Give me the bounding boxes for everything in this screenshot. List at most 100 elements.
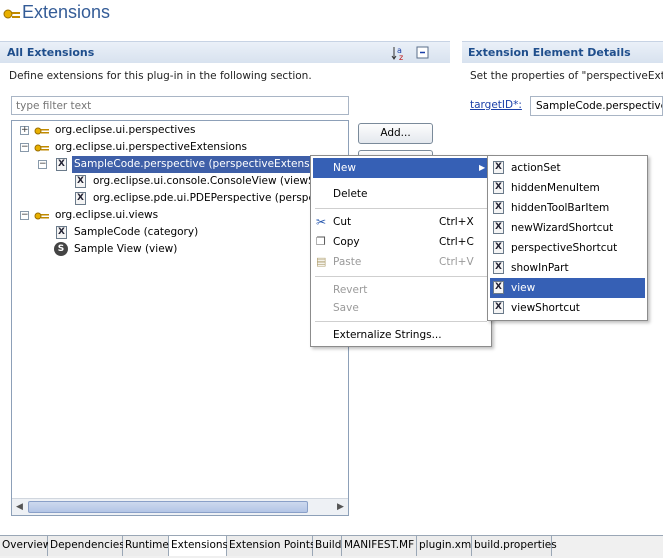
menu-item-label: perspectiveShortcut [511,242,618,254]
section-description: Define extensions for this plug-in in th… [9,70,312,82]
tab-dependencies[interactable]: Dependencies [48,536,125,556]
menu-shortcut: Ctrl+C [439,236,474,248]
tree-item[interactable]: + org.eclipse.ui.perspectives [12,122,348,139]
s-view-icon: S [54,242,68,256]
menu-item-label: New [333,162,356,174]
menu-item-paste[interactable]: ▤ Paste Ctrl+V [313,252,489,272]
tree-item-label: SampleCode (category) [74,226,199,238]
tree-item[interactable]: X org.eclipse.ui.console.ConsoleView (vi… [12,173,348,190]
scrollbar-thumb[interactable] [28,501,308,513]
extensions-icon [3,9,20,19]
section-title: Extension Element Details [468,46,631,59]
details-description: Set the properties of "perspectiveExtens [470,70,663,82]
menu-item-label: Delete [333,188,368,200]
menu-shortcut: Ctrl+X [439,216,474,228]
tab-extension-points[interactable]: Extension Points [227,536,315,556]
editor-header: Extensions [0,0,663,30]
copy-icon: ❐ [316,235,326,248]
menu-separator [315,321,487,322]
new-submenu: XactionSet XhiddenMenuItem XhiddenToolBarI… [487,155,648,321]
expand-toggle[interactable]: + [20,126,29,135]
tree-item-selected[interactable]: − X SampleCode.perspective (perspectiveE… [12,156,348,173]
element-details-section-header: Extension Element Details [462,41,663,63]
menu-item-copy[interactable]: ❐ Copy Ctrl+C [313,232,489,252]
tab-runtime[interactable]: Runtime [123,536,169,556]
submenu-item-actionset[interactable]: XactionSet [490,158,645,178]
tree-item-label: org.eclipse.ui.views [55,209,159,221]
add-button[interactable]: Add... [358,123,433,144]
submenu-item-hiddenmenuitem[interactable]: XhiddenMenuItem [490,178,645,198]
plugin-icon [34,212,49,220]
menu-item-new[interactable]: New ▶ [313,158,489,178]
editor-tabs: Overview Dependencies Runtime Extensions Ext… [0,535,663,558]
target-id-link[interactable]: targetID*: [470,99,522,111]
tree-item[interactable]: − org.eclipse.ui.views [12,207,348,224]
x-element-icon: X [493,241,504,254]
menu-item-label: Externalize Strings... [333,329,442,341]
tab-extensions[interactable]: Extensions [169,536,228,556]
collapse-toggle[interactable]: − [38,160,47,169]
x-element-icon: X [493,261,504,274]
menu-separator [315,276,487,277]
tree-item-label: org.eclipse.pde.ui.PDEPerspective (persp… [93,192,328,204]
submenu-item-newwizardshortcut[interactable]: XnewWizardShortcut [490,218,645,238]
horizontal-scrollbar[interactable]: ◀ ▶ [12,498,348,515]
x-element-icon: X [75,175,86,188]
collapse-all-icon[interactable] [416,46,430,60]
x-element-icon: X [75,192,86,205]
tab-build[interactable]: Build [313,536,342,556]
menu-item-label: view [511,282,536,294]
menu-item-label: Cut [333,216,352,228]
collapse-toggle[interactable]: − [20,143,29,152]
all-extensions-section-header: All Extensions a z [0,41,450,63]
tab-overview[interactable]: Overview [0,536,51,556]
section-title: All Extensions [7,46,95,59]
target-id-field[interactable]: SampleCode.perspective [530,96,663,116]
tree-item[interactable]: X SampleCode (category) [12,224,348,241]
x-element-icon: X [493,301,504,314]
menu-item-label: Copy [333,236,360,248]
submenu-item-view[interactable]: Xview [490,278,645,298]
scissors-icon: ✂ [316,215,327,229]
menu-item-externalize-strings[interactable]: Externalize Strings... [313,325,489,345]
menu-item-delete[interactable]: Delete [313,184,489,204]
submenu-arrow-icon: ▶ [479,163,486,172]
x-element-icon: X [56,226,67,239]
menu-item-revert[interactable]: Revert [313,280,489,300]
menu-item-label: Revert [333,284,368,296]
plugin-icon [34,127,49,135]
svg-text:z: z [399,53,403,61]
menu-item-label: hiddenToolBarItem [511,202,610,214]
menu-item-label: hiddenMenuItem [511,182,600,194]
tree-item[interactable]: S Sample View (view) [12,241,348,258]
menu-item-label: Paste [333,256,362,268]
submenu-item-viewshortcut[interactable]: XviewShortcut [490,298,645,318]
submenu-item-hiddentoolbaritem[interactable]: XhiddenToolBarItem [490,198,645,218]
paste-icon: ▤ [316,255,327,268]
sort-az-icon[interactable]: a z [391,45,407,61]
tab-plugin-xml[interactable]: plugin.xml [417,536,474,556]
menu-separator [315,208,487,209]
x-element-icon: X [56,158,67,171]
tree-item[interactable]: − org.eclipse.ui.perspectiveExtensions [12,139,348,156]
tree-item[interactable]: X org.eclipse.pde.ui.PDEPerspective (per… [12,190,348,207]
menu-item-save[interactable]: Save [313,298,489,318]
scroll-right-icon[interactable]: ▶ [337,502,344,512]
extensions-tree[interactable]: + org.eclipse.ui.perspectives − org.ecli… [11,120,349,516]
menu-item-label: newWizardShortcut [511,222,614,234]
x-element-icon: X [493,181,504,194]
scroll-left-icon[interactable]: ◀ [16,502,23,512]
submenu-item-perspectiveshortcut[interactable]: XperspectiveShortcut [490,238,645,258]
context-menu: New ▶ Delete ✂ Cut Ctrl+X ❐ Copy Ctrl+C … [310,155,492,347]
tab-manifest-mf[interactable]: MANIFEST.MF [342,536,417,556]
menu-item-label: actionSet [511,162,561,174]
tree-item-label: org.eclipse.ui.console.ConsoleView (view… [93,175,328,187]
page-title: Extensions [22,2,111,22]
filter-input[interactable] [11,96,349,115]
submenu-item-showinpart[interactable]: XshowInPart [490,258,645,278]
tab-build-properties[interactable]: build.properties [472,536,557,556]
menu-item-label: viewShortcut [511,302,580,314]
collapse-toggle[interactable]: − [20,211,29,220]
tree-item-label: Sample View (view) [74,243,178,255]
menu-item-cut[interactable]: ✂ Cut Ctrl+X [313,212,489,232]
